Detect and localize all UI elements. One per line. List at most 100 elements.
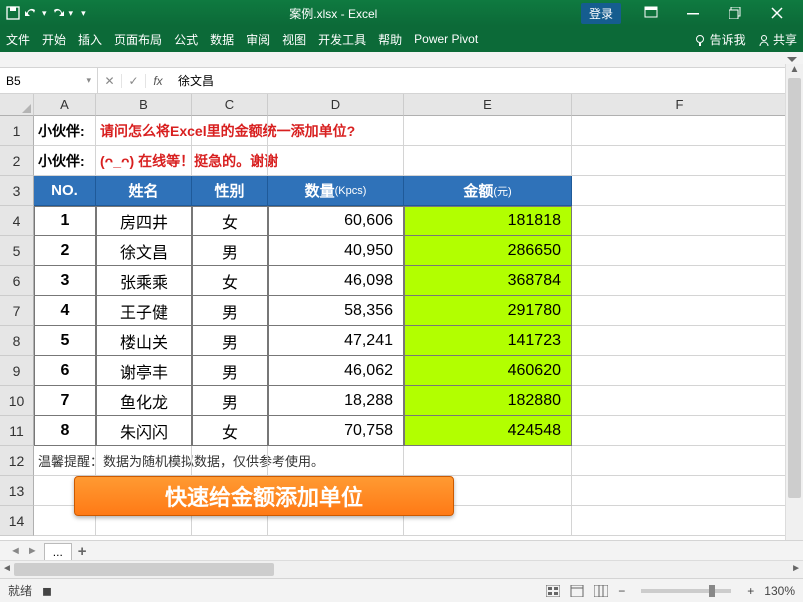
new-sheet-icon[interactable]: + — [78, 543, 87, 560]
undo-dropdown[interactable]: ▾ — [42, 8, 47, 19]
cell[interactable] — [268, 116, 404, 146]
cell[interactable] — [572, 326, 788, 356]
table-header-gender[interactable]: 性别 — [192, 176, 268, 206]
name-box[interactable]: B5▾ — [0, 68, 98, 93]
tab-data[interactable]: 数据 — [210, 31, 234, 48]
cell[interactable] — [268, 446, 404, 476]
cell[interactable]: 8 — [34, 416, 96, 446]
scroll-up-icon[interactable]: ▲ — [786, 64, 803, 78]
tab-home[interactable]: 开始 — [42, 31, 66, 48]
row-header[interactable]: 2 — [0, 146, 34, 176]
cell[interactable] — [572, 506, 788, 536]
table-header-qty[interactable]: 数量(Kpcs) — [268, 176, 404, 206]
cell[interactable] — [96, 446, 192, 476]
col-header-C[interactable]: C — [192, 94, 268, 116]
cell[interactable]: 368784 — [404, 266, 572, 296]
cell[interactable]: 女 — [192, 266, 268, 296]
enter-icon[interactable]: ✓ — [122, 74, 146, 88]
cell[interactable] — [572, 206, 788, 236]
vertical-scrollbar[interactable]: ▲ ▼ — [785, 64, 803, 554]
cell[interactable] — [572, 446, 788, 476]
tab-layout[interactable]: 页面布局 — [114, 31, 162, 48]
cancel-icon[interactable]: ✕ — [98, 74, 122, 88]
cell[interactable]: 181818 — [404, 206, 572, 236]
page-break-view-icon[interactable] — [594, 585, 608, 597]
formula-input[interactable]: 徐文昌 — [170, 72, 783, 89]
row-header[interactable]: 12 — [0, 446, 34, 476]
scroll-thumb[interactable] — [14, 563, 274, 576]
row-header[interactable]: 6 — [0, 266, 34, 296]
sheet-nav-next-icon[interactable]: ► — [27, 545, 38, 557]
cell[interactable] — [572, 416, 788, 446]
worksheet-grid[interactable]: A B C D E F 1 2 3 4 5 6 7 8 9 10 11 12 1… — [0, 94, 803, 542]
col-header-F[interactable]: F — [572, 94, 788, 116]
cell[interactable] — [192, 116, 268, 146]
cell[interactable]: 楼山关 — [96, 326, 192, 356]
cell[interactable]: 小伙伴: — [34, 116, 96, 146]
tab-powerpivot[interactable]: Power Pivot — [414, 32, 478, 46]
cell[interactable] — [404, 116, 572, 146]
row-header[interactable]: 8 — [0, 326, 34, 356]
cell[interactable]: 房四井 — [96, 206, 192, 236]
row-header[interactable]: 5 — [0, 236, 34, 266]
login-button[interactable]: 登录 — [581, 3, 621, 24]
col-header-D[interactable]: D — [268, 94, 404, 116]
redo-dropdown[interactable]: ▾ — [69, 8, 74, 19]
scroll-left-icon[interactable]: ◄ — [2, 563, 12, 574]
fx-icon[interactable]: fx — [146, 74, 170, 88]
cell[interactable] — [404, 446, 572, 476]
sheet-tab-active[interactable]: ... — [44, 543, 72, 560]
save-icon[interactable] — [6, 6, 20, 20]
cell[interactable]: 王子健 — [96, 296, 192, 326]
cell[interactable]: (ᴖ_ᴖ) 在线等！挺急的。谢谢 — [96, 146, 192, 176]
redo-icon[interactable] — [51, 6, 65, 20]
zoom-slider[interactable] — [641, 589, 731, 593]
tab-insert[interactable]: 插入 — [78, 31, 102, 48]
cell[interactable] — [572, 356, 788, 386]
cell[interactable] — [404, 146, 572, 176]
cell[interactable]: 424548 — [404, 416, 572, 446]
cell[interactable]: 小伙伴: — [34, 146, 96, 176]
close-icon[interactable] — [757, 1, 797, 25]
tab-developer[interactable]: 开发工具 — [318, 31, 366, 48]
cell[interactable]: 4 — [34, 296, 96, 326]
cell[interactable]: 徐文昌 — [96, 236, 192, 266]
cell[interactable]: 18,288 — [268, 386, 404, 416]
cell[interactable]: 291780 — [404, 296, 572, 326]
row-header[interactable]: 14 — [0, 506, 34, 536]
column-headers[interactable]: A B C D E F — [34, 94, 788, 116]
restore-icon[interactable] — [715, 1, 755, 25]
cell[interactable] — [268, 146, 404, 176]
minimize-icon[interactable] — [673, 1, 713, 25]
undo-icon[interactable] — [24, 6, 38, 20]
cell[interactable] — [572, 386, 788, 416]
tab-review[interactable]: 审阅 — [246, 31, 270, 48]
cell[interactable] — [192, 146, 268, 176]
tab-help[interactable]: 帮助 — [378, 31, 402, 48]
row-header[interactable]: 3 — [0, 176, 34, 206]
cell[interactable]: 5 — [34, 326, 96, 356]
cell[interactable]: 58,356 — [268, 296, 404, 326]
cell[interactable]: 张乘乘 — [96, 266, 192, 296]
col-header-A[interactable]: A — [34, 94, 96, 116]
cell[interactable]: 女 — [192, 416, 268, 446]
cell[interactable] — [572, 236, 788, 266]
scroll-thumb[interactable] — [788, 78, 801, 498]
cell[interactable] — [572, 146, 788, 176]
cell[interactable]: 2 — [34, 236, 96, 266]
cell[interactable]: 7 — [34, 386, 96, 416]
cell[interactable]: 70,758 — [268, 416, 404, 446]
tab-view[interactable]: 视图 — [282, 31, 306, 48]
share-button[interactable]: 共享 — [758, 31, 797, 48]
cell[interactable]: 谢亭丰 — [96, 356, 192, 386]
tellme-button[interactable]: 告诉我 — [694, 31, 745, 48]
tab-formulas[interactable]: 公式 — [174, 31, 198, 48]
table-header-amt[interactable]: 金额(元) — [404, 176, 572, 206]
cell[interactable]: 46,098 — [268, 266, 404, 296]
cell[interactable]: 男 — [192, 326, 268, 356]
tab-file[interactable]: 文件 — [6, 31, 30, 48]
cell[interactable]: 朱闪闪 — [96, 416, 192, 446]
cell[interactable]: 6 — [34, 356, 96, 386]
horizontal-scrollbar[interactable]: ◄ ► — [0, 560, 803, 578]
cell[interactable]: 鱼化龙 — [96, 386, 192, 416]
